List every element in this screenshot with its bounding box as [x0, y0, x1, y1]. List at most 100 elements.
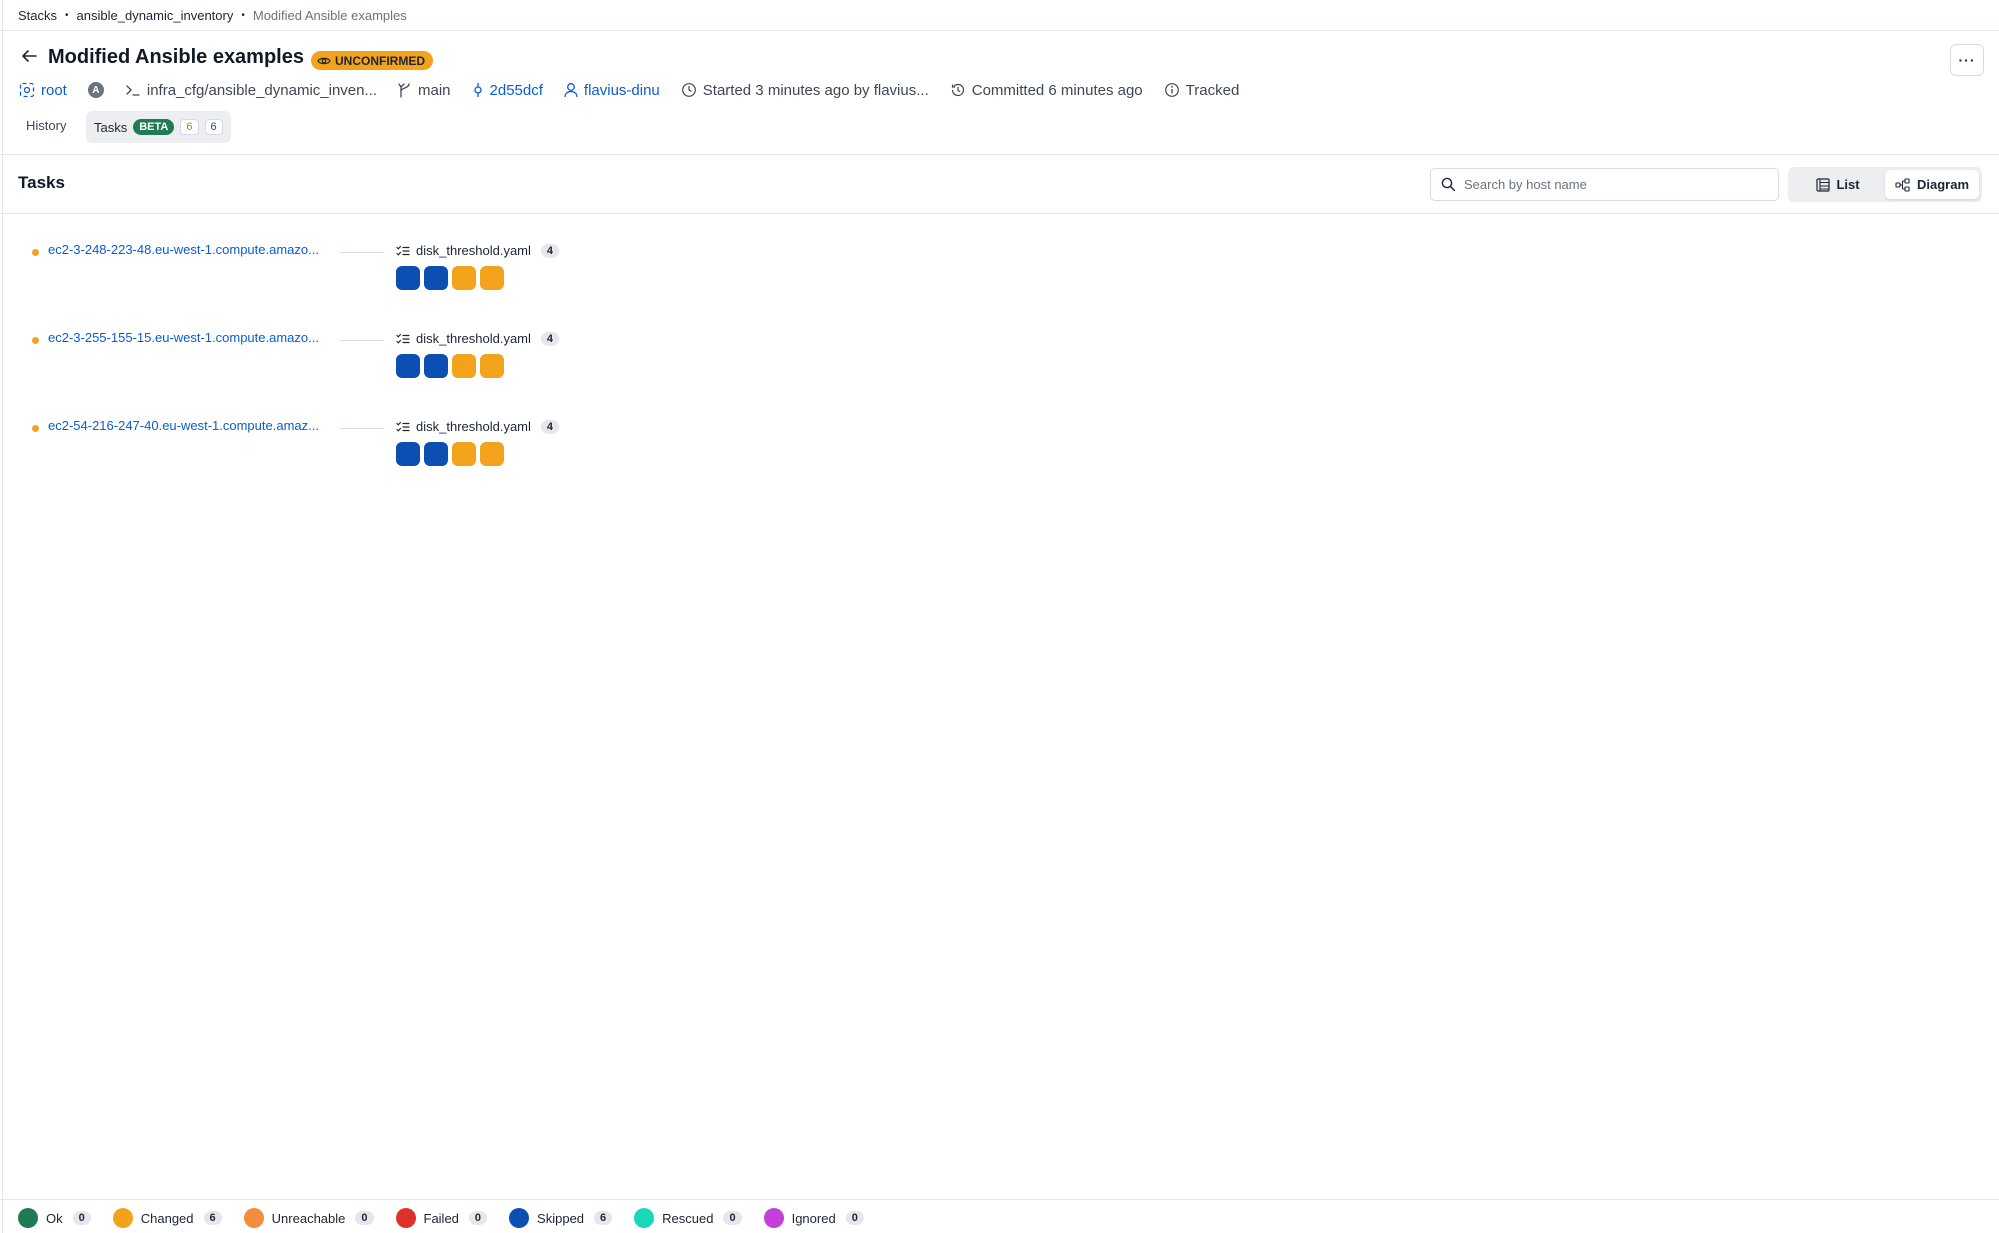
commit-link[interactable]: 2d55dcf — [472, 82, 543, 99]
page-title: Modified Ansible examples — [48, 46, 304, 68]
task-square-changed[interactable] — [480, 442, 504, 466]
tasks-section-title: Tasks — [18, 173, 65, 192]
eye-icon — [317, 57, 331, 64]
branch-name: main — [418, 81, 451, 99]
divider — [0, 213, 1999, 214]
legend-label: Rescued — [662, 1210, 714, 1226]
legend-dot — [112, 1208, 133, 1228]
playbook[interactable]: disk_threshold.yaml 4 — [396, 243, 560, 258]
legend-dot — [634, 1208, 655, 1228]
legend-dot — [395, 1208, 416, 1228]
task-count-badge: 4 — [540, 243, 560, 258]
search-box — [1430, 168, 1779, 201]
host-link[interactable]: ec2-3-255-155-15.eu-west-1.compute.amazo… — [48, 330, 319, 345]
task-square-changed[interactable] — [452, 442, 476, 466]
back-arrow-icon[interactable] — [20, 47, 40, 67]
committed-info: Committed 6 minutes ago — [950, 82, 1143, 99]
task-square-changed[interactable] — [452, 354, 476, 378]
view-toggle: List Diagram — [1788, 167, 1982, 202]
legend-dot — [243, 1208, 264, 1228]
checklist-icon — [396, 421, 410, 432]
playbook[interactable]: disk_threshold.yaml 4 — [396, 331, 560, 346]
task-square-changed[interactable] — [480, 266, 504, 290]
info-icon — [1164, 83, 1179, 97]
legend-count: 0 — [72, 1211, 91, 1225]
task-square-changed[interactable] — [480, 354, 504, 378]
search-input[interactable] — [1464, 177, 1764, 192]
history-icon — [951, 83, 964, 97]
task-status-squares — [396, 266, 504, 290]
started-text: Started 3 minutes ago by flavius... — [702, 81, 929, 99]
list-icon — [1816, 177, 1831, 192]
view-list-button[interactable]: List — [1791, 170, 1885, 199]
legend-label: Unreachable — [271, 1210, 346, 1226]
legend-item-changed: Changed 6 — [112, 1208, 222, 1228]
ansible-avatar-icon: A — [87, 82, 104, 98]
host-link[interactable]: ec2-3-248-223-48.eu-west-1.compute.amazo… — [48, 242, 319, 257]
task-square-skipped[interactable] — [424, 354, 448, 378]
host-status-dot — [32, 425, 39, 432]
checklist-icon — [396, 245, 410, 256]
host-link[interactable]: ec2-54-216-247-40.eu-west-1.compute.amaz… — [48, 418, 319, 433]
view-diagram-label: Diagram — [1916, 177, 1970, 192]
divider — [0, 154, 1999, 155]
legend-item-skipped: Skipped 6 — [509, 1208, 613, 1228]
tab-tasks[interactable]: Tasks BETA 6 6 — [86, 111, 231, 143]
tracked-text: Tracked — [1185, 81, 1240, 99]
tab-history[interactable]: History — [26, 118, 66, 133]
task-square-skipped[interactable] — [396, 354, 420, 378]
connector-line — [340, 252, 384, 253]
legend-dot — [18, 1208, 38, 1228]
commit-icon — [473, 83, 482, 97]
vendor-avatar: A — [87, 82, 104, 98]
changed-count-badge: 6 — [180, 119, 199, 135]
playbook[interactable]: disk_threshold.yaml 4 — [396, 419, 560, 434]
playbook-name: disk_threshold.yaml — [416, 243, 531, 258]
breadcrumb-separator: • — [241, 9, 245, 21]
diagram-icon — [1895, 177, 1910, 192]
task-square-skipped[interactable] — [396, 266, 420, 290]
legend-item-rescued: Rescued 0 — [634, 1208, 742, 1228]
space-name: root — [41, 81, 67, 99]
legend-count: 0 — [468, 1211, 488, 1225]
user-icon — [564, 83, 578, 98]
divider — [0, 30, 1999, 31]
view-diagram-button[interactable]: Diagram — [1885, 170, 1979, 199]
breadcrumb: Stacks • ansible_dynamic_inventory • Mod… — [18, 5, 407, 25]
search-icon — [1441, 177, 1456, 192]
project-path-text: infra_cfg/ansible_dynamic_inven... — [146, 81, 377, 99]
view-list-label: List — [1836, 177, 1860, 192]
task-square-changed[interactable] — [452, 266, 476, 290]
legend-count: 0 — [845, 1211, 864, 1225]
status-badge: UNCONFIRMED — [311, 51, 433, 70]
playbook-name: disk_threshold.yaml — [416, 331, 531, 346]
commit-hash: 2d55dcf — [489, 81, 543, 99]
legend-item-unreachable: Unreachable 0 — [243, 1208, 374, 1228]
breadcrumb-stacks[interactable]: Stacks — [18, 8, 57, 23]
playbook-name: disk_threshold.yaml — [416, 419, 531, 434]
clock-icon — [681, 83, 696, 97]
beta-badge: BETA — [133, 119, 175, 135]
space-link[interactable]: root — [19, 82, 67, 99]
branch: main — [398, 82, 451, 99]
task-status-squares — [396, 442, 504, 466]
legend-label: Skipped — [537, 1210, 585, 1226]
more-options-button[interactable]: ··· — [1950, 44, 1984, 76]
run-meta: root A infra_cfg/ansible_dynamic_inven..… — [19, 79, 1260, 101]
legend-count: 6 — [594, 1211, 613, 1225]
legend-dot — [763, 1208, 784, 1228]
legend-label: Ok — [46, 1210, 63, 1226]
space-icon — [19, 82, 35, 98]
breadcrumb-stack[interactable]: ansible_dynamic_inventory — [77, 8, 234, 23]
author-link[interactable]: flavius-dinu — [564, 82, 660, 99]
legend-count: 0 — [723, 1211, 742, 1225]
tab-tasks-label: Tasks — [94, 119, 128, 135]
legend-label: Ignored — [791, 1210, 836, 1226]
task-square-skipped[interactable] — [424, 442, 448, 466]
project-path: infra_cfg/ansible_dynamic_inven... — [125, 82, 377, 99]
legend-count: 0 — [355, 1211, 374, 1225]
skipped-count-badge: 6 — [204, 119, 223, 135]
task-square-skipped[interactable] — [424, 266, 448, 290]
task-square-skipped[interactable] — [396, 442, 420, 466]
status-badge-label: UNCONFIRMED — [335, 53, 425, 68]
